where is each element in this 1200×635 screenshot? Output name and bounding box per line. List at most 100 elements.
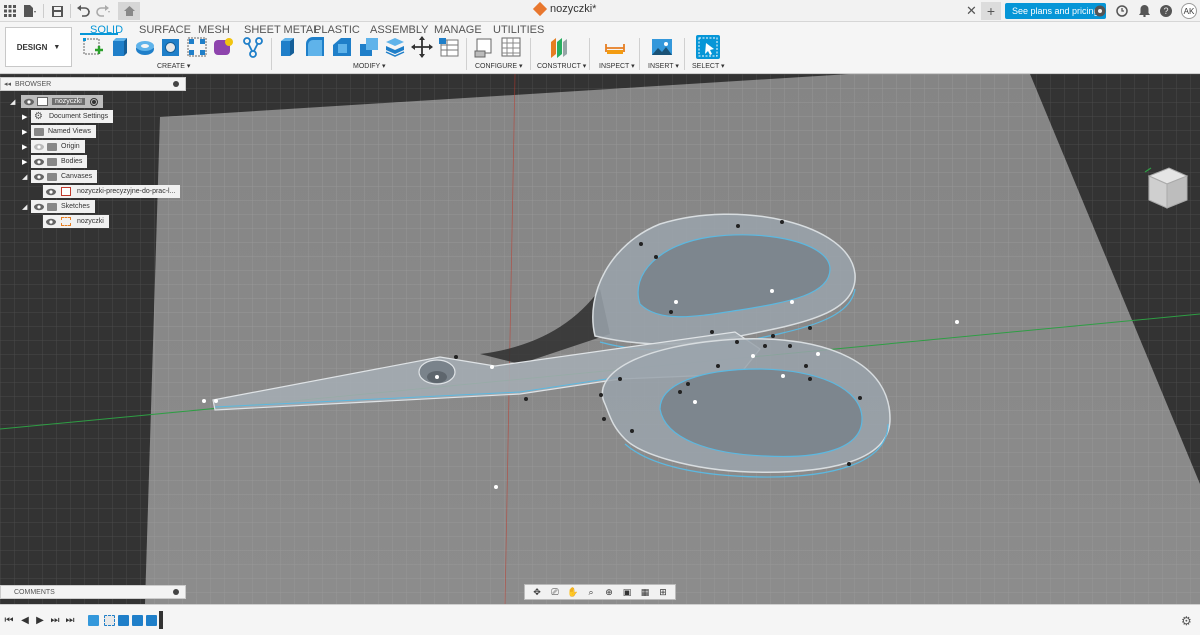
- timeline-extrude-feature[interactable]: [132, 615, 143, 626]
- select-icon[interactable]: [696, 35, 720, 59]
- inspect-menu[interactable]: INSPECT ▾: [599, 62, 635, 70]
- app-grid-icon[interactable]: [0, 1, 20, 21]
- select-menu[interactable]: SELECT ▾: [692, 62, 725, 70]
- go-to-end-icon[interactable]: ⏭: [64, 614, 76, 626]
- parameters-icon[interactable]: [438, 36, 460, 58]
- panel-pin-icon[interactable]: [173, 81, 179, 87]
- fillet-icon[interactable]: [304, 36, 326, 58]
- add-comment-icon[interactable]: [173, 589, 179, 595]
- create-sketch-icon[interactable]: [82, 36, 104, 58]
- measure-icon[interactable]: [604, 36, 626, 58]
- form-icon[interactable]: [212, 36, 234, 58]
- expander-closed-icon[interactable]: ▶: [22, 128, 30, 136]
- play-icon[interactable]: ▶: [34, 614, 46, 626]
- browser-panel-header[interactable]: ◂◂ BROWSER: [0, 77, 186, 91]
- file-menu-icon[interactable]: [20, 1, 40, 21]
- document-tab[interactable]: nozyczki*: [532, 1, 596, 17]
- visibility-eye-icon[interactable]: [34, 173, 44, 181]
- new-tab-button[interactable]: +: [981, 2, 1001, 20]
- revolve-icon[interactable]: [134, 36, 156, 58]
- notifications-bell-icon[interactable]: [1135, 2, 1153, 20]
- visibility-eye-icon[interactable]: [24, 98, 34, 106]
- step-back-icon[interactable]: ◀: [19, 614, 31, 626]
- browser-node-named-views[interactable]: Named Views: [31, 125, 97, 138]
- offset-plane-icon[interactable]: [548, 36, 570, 58]
- modify-menu[interactable]: MODIFY ▾: [353, 62, 386, 70]
- insert-menu[interactable]: INSERT ▾: [648, 62, 679, 70]
- expander-open-icon[interactable]: ◢: [22, 173, 30, 181]
- grid-snap-icon[interactable]: ▦: [639, 587, 652, 598]
- tab-surface[interactable]: SURFACE: [139, 24, 191, 36]
- visibility-eye-icon[interactable]: [46, 218, 56, 226]
- extensions-icon[interactable]: [1091, 2, 1109, 20]
- viewport-canvas[interactable]: [0, 74, 1200, 604]
- save-icon[interactable]: [47, 1, 67, 21]
- visibility-eye-icon[interactable]: [46, 188, 56, 196]
- undo-icon[interactable]: [74, 1, 94, 21]
- display-settings-icon[interactable]: ▣: [621, 587, 634, 598]
- browser-node-document-settings[interactable]: ⚙ Document Settings: [31, 110, 114, 123]
- tab-manage[interactable]: MANAGE: [434, 24, 482, 36]
- press-pull-icon[interactable]: [277, 36, 299, 58]
- create-menu[interactable]: CREATE ▾: [157, 62, 190, 70]
- expander-closed-icon[interactable]: ▶: [22, 158, 30, 166]
- job-status-icon[interactable]: [1113, 2, 1131, 20]
- configure-menu[interactable]: CONFIGURE ▾: [475, 62, 522, 70]
- activate-radio-icon[interactable]: [89, 97, 98, 106]
- chamfer-icon[interactable]: [331, 36, 353, 58]
- browser-node-canvas-image[interactable]: nozyczki-precyzyjne-do-prac-l...: [43, 185, 181, 198]
- help-icon[interactable]: ?: [1157, 2, 1175, 20]
- pattern-icon[interactable]: [186, 36, 208, 58]
- visibility-eye-icon[interactable]: [34, 158, 44, 166]
- construct-menu[interactable]: CONSTRUCT ▾: [537, 62, 586, 70]
- insert-image-icon[interactable]: [651, 36, 673, 58]
- timeline-canvas-feature[interactable]: [88, 615, 99, 626]
- tab-mesh[interactable]: MESH: [198, 24, 230, 36]
- 3d-viewport[interactable]: [0, 74, 1200, 604]
- collapse-panel-icon[interactable]: ◂◂: [4, 80, 11, 88]
- browser-node-canvases[interactable]: Canvases: [31, 170, 98, 183]
- timeline-marker[interactable]: [159, 611, 163, 629]
- pan-hand-icon[interactable]: ✋: [567, 587, 580, 598]
- expander-closed-icon[interactable]: ▶: [22, 113, 30, 121]
- timeline-extrude-feature[interactable]: [118, 615, 129, 626]
- look-at-icon[interactable]: ⎚: [549, 587, 562, 598]
- home-icon[interactable]: [118, 2, 140, 20]
- timeline-extrude-feature[interactable]: [146, 615, 157, 626]
- shell-icon[interactable]: [384, 36, 406, 58]
- browser-node-origin[interactable]: Origin: [31, 140, 85, 153]
- derive-icon[interactable]: [242, 36, 264, 58]
- tab-sheet-metal[interactable]: SHEET METAL: [244, 24, 319, 36]
- step-forward-icon[interactable]: ⏭: [49, 614, 61, 626]
- workspace-switcher[interactable]: DESIGN ▼: [5, 27, 72, 67]
- hole-icon[interactable]: [160, 36, 182, 58]
- view-cube[interactable]: [1143, 162, 1191, 210]
- expander-open-icon[interactable]: ◢: [10, 98, 18, 106]
- expander-closed-icon[interactable]: ▶: [22, 143, 30, 151]
- browser-node-sketches[interactable]: Sketches: [31, 200, 95, 213]
- timeline-settings-gear-icon[interactable]: ⚙: [1181, 614, 1192, 628]
- browser-root-node[interactable]: nozyczki: [21, 95, 103, 108]
- close-tab-icon[interactable]: ✕: [966, 3, 977, 19]
- move-copy-icon[interactable]: [411, 36, 433, 58]
- redo-icon[interactable]: [94, 1, 114, 21]
- zoom-icon[interactable]: ⌕: [585, 587, 598, 598]
- configure-rules-icon[interactable]: [500, 36, 522, 58]
- timeline-sketch-feature[interactable]: [104, 615, 115, 626]
- go-to-start-icon[interactable]: ⏮: [3, 614, 15, 626]
- browser-node-bodies[interactable]: Bodies: [31, 155, 88, 168]
- fit-icon[interactable]: ⊕: [603, 587, 616, 598]
- extrude-icon[interactable]: [108, 36, 130, 58]
- browser-node-sketch[interactable]: nozyczki: [43, 215, 109, 228]
- expander-open-icon[interactable]: ◢: [22, 203, 30, 211]
- tab-plastic[interactable]: PLASTIC: [314, 24, 360, 36]
- configure-table-icon[interactable]: [473, 36, 495, 58]
- combine-icon[interactable]: [358, 36, 380, 58]
- viewports-icon[interactable]: ⊞: [657, 587, 670, 598]
- user-avatar[interactable]: AK: [1181, 3, 1197, 19]
- orbit-icon[interactable]: ✥: [531, 587, 544, 598]
- visibility-eye-icon[interactable]: [34, 203, 44, 211]
- visibility-eye-hidden-icon[interactable]: [34, 143, 44, 151]
- comments-panel-header[interactable]: COMMENTS: [0, 585, 186, 599]
- tab-utilities[interactable]: UTILITIES: [493, 24, 544, 36]
